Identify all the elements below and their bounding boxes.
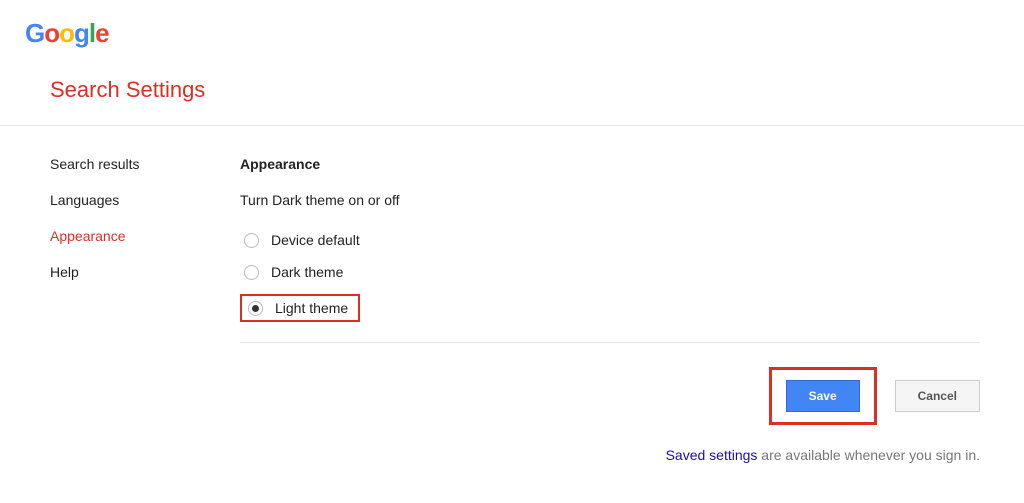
logo-letter: o xyxy=(44,18,59,48)
sidebar: Search results Languages Appearance Help xyxy=(50,156,240,463)
highlight-box: Save xyxy=(769,367,877,425)
theme-radio-group: Device default Dark theme Light theme xyxy=(240,230,980,322)
button-row: Save Cancel xyxy=(240,367,980,425)
logo-letter: o xyxy=(59,18,74,48)
highlight-box: Light theme xyxy=(240,294,360,322)
radio-label: Light theme xyxy=(275,300,348,316)
radio-icon xyxy=(244,233,259,248)
sidebar-item-help[interactable]: Help xyxy=(50,264,240,280)
sidebar-item-appearance[interactable]: Appearance xyxy=(50,228,240,244)
logo-letter: g xyxy=(74,18,89,48)
sidebar-item-search-results[interactable]: Search results xyxy=(50,156,240,172)
radio-option-device-default[interactable]: Device default xyxy=(240,230,980,250)
radio-icon xyxy=(248,301,263,316)
footer-note: Saved settings are available whenever yo… xyxy=(240,447,980,463)
saved-settings-link[interactable]: Saved settings xyxy=(666,447,758,463)
logo-letter: G xyxy=(25,18,44,48)
section-divider xyxy=(240,342,980,343)
header: Google xyxy=(0,0,1024,49)
radio-option-dark-theme[interactable]: Dark theme xyxy=(240,262,980,282)
main-panel: Appearance Turn Dark theme on or off Dev… xyxy=(240,156,980,463)
content-body: Search results Languages Appearance Help… xyxy=(0,126,1024,463)
radio-option-light-theme[interactable]: Light theme xyxy=(244,298,352,318)
sidebar-item-languages[interactable]: Languages xyxy=(50,192,240,208)
radio-label: Device default xyxy=(271,232,360,248)
radio-label: Dark theme xyxy=(271,264,343,280)
footer-note-text: are available whenever you sign in. xyxy=(757,447,980,463)
logo-letter: e xyxy=(95,18,108,48)
section-title: Appearance xyxy=(240,156,980,172)
cancel-button[interactable]: Cancel xyxy=(895,380,980,412)
save-button[interactable]: Save xyxy=(786,380,860,412)
google-logo[interactable]: Google xyxy=(25,18,109,48)
radio-icon xyxy=(244,265,259,280)
page-title: Search Settings xyxy=(0,49,1024,125)
section-subtitle: Turn Dark theme on or off xyxy=(240,192,980,208)
